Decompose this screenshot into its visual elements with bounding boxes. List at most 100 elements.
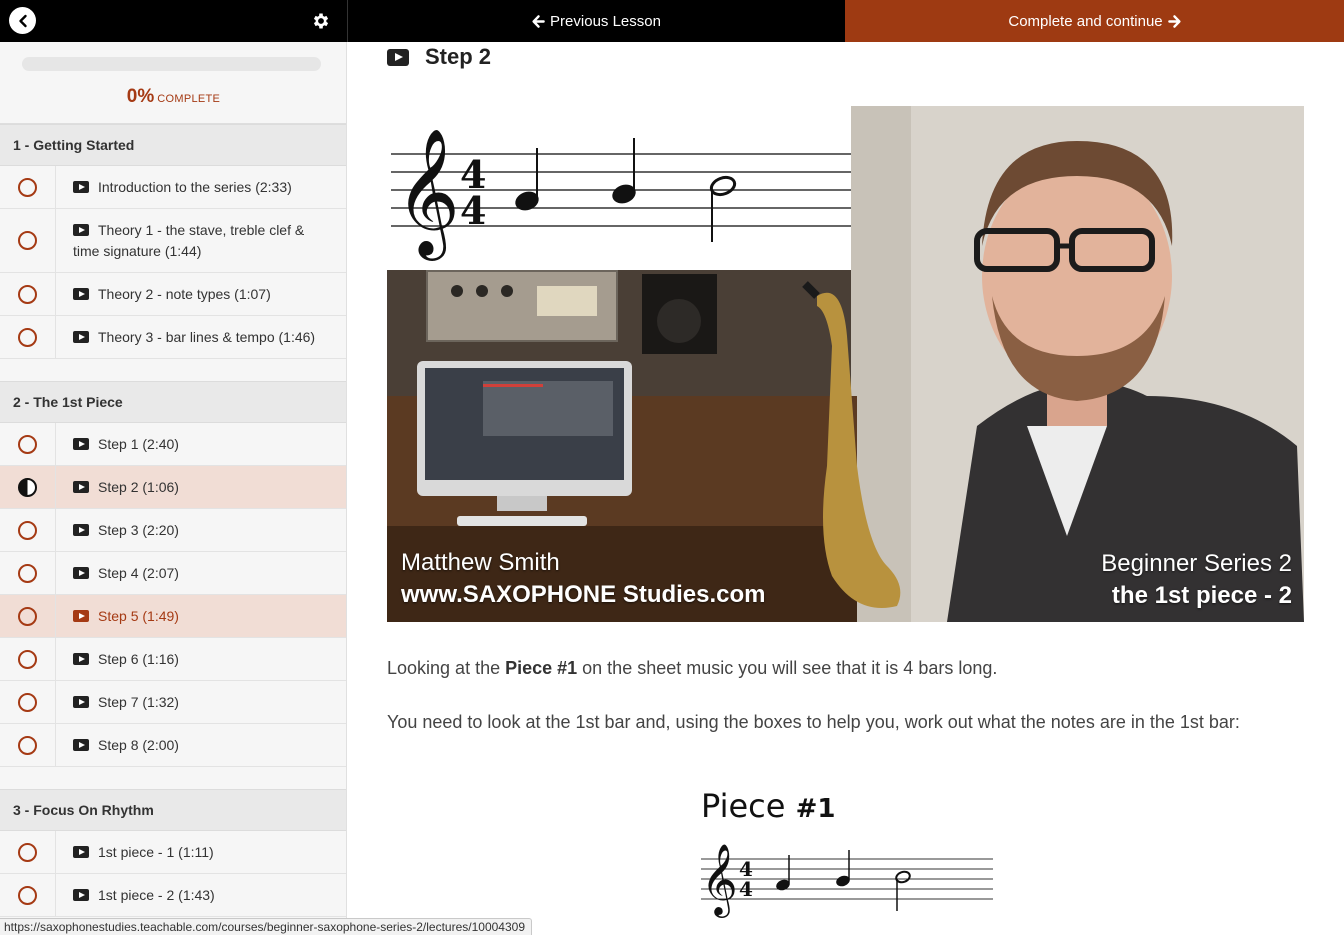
lecture-link[interactable]: Step 7 (1:32) <box>56 681 346 723</box>
video-icon <box>73 609 89 622</box>
lecture-link[interactable]: Step 5 (1:49) <box>56 595 346 637</box>
lecture-text-wrap: Step 7 (1:32) <box>73 692 179 713</box>
arrow-right-icon <box>1167 14 1181 28</box>
lecture-link[interactable]: Theory 1 - the stave, treble clef & time… <box>56 209 346 272</box>
video-icon <box>73 330 89 343</box>
gear-icon <box>313 13 329 29</box>
lecture-item[interactable]: 1st piece - 1 (1:11) <box>0 831 346 874</box>
circle-icon <box>18 434 37 454</box>
lecture-item[interactable]: Theory 2 - note types (1:07) <box>0 273 346 316</box>
sheet-music-image: 𝄞 4 4 <box>701 842 993 918</box>
lecture-text-wrap: Theory 1 - the stave, treble clef & time… <box>73 220 328 262</box>
paragraph-1-text-a: Looking at the <box>387 658 506 678</box>
svg-text:4: 4 <box>460 188 486 233</box>
lecture-item[interactable]: Step 4 (2:07) <box>0 552 346 595</box>
lecture-status <box>0 316 56 358</box>
sheet-music-title: Piece #1 <box>701 787 836 825</box>
video-player[interactable]: 𝄞 4 4 Matthew Smith www.SAXOPHONE Studie… <box>387 106 1304 622</box>
lecture-status <box>0 724 56 766</box>
lecture-status <box>0 874 56 916</box>
lecture-link[interactable]: Step 4 (2:07) <box>56 552 346 594</box>
lecture-link[interactable]: Theory 2 - note types (1:07) <box>56 273 346 315</box>
video-frame-illustration: 𝄞 4 4 <box>387 106 1304 622</box>
lecture-title: 1st piece - 1 (1:11) <box>98 843 214 860</box>
circle-icon <box>18 284 37 304</box>
lecture-link[interactable]: Step 8 (2:00) <box>56 724 346 766</box>
lecture-item[interactable]: Step 1 (2:40) <box>0 423 346 466</box>
video-caption-site: www.SAXOPHONE Studies.com <box>401 581 766 608</box>
lecture-status <box>0 166 56 208</box>
lecture-text-wrap: Introduction to the series (2:33) <box>73 177 292 198</box>
circle-icon <box>18 649 37 669</box>
lecture-title: Step 1 (2:40) <box>98 435 179 452</box>
lesson-heading: Step 2 <box>387 44 491 70</box>
lecture-title: Theory 1 - the stave, treble clef & time… <box>73 221 305 259</box>
complete-and-continue-label: Complete and continue <box>1008 12 1163 30</box>
top-bar: Previous Lesson Complete and continue <box>0 0 1344 42</box>
section-title: 3 - Focus On Rhythm <box>0 789 346 831</box>
lecture-item[interactable]: Introduction to the series (2:33) <box>0 166 346 209</box>
previous-lesson-button[interactable]: Previous Lesson <box>347 0 845 42</box>
circle-icon <box>18 563 37 583</box>
video-icon <box>73 695 89 708</box>
course-sections: 1 - Getting Started Introduction to the s… <box>0 124 346 917</box>
complete-and-continue-button[interactable]: Complete and continue <box>845 0 1344 42</box>
lecture-item[interactable]: Theory 1 - the stave, treble clef & time… <box>0 209 346 273</box>
lecture-link[interactable]: 1st piece - 1 (1:11) <box>56 831 346 873</box>
lecture-title: Theory 2 - note types (1:07) <box>98 285 271 302</box>
lecture-text-wrap: Theory 3 - bar lines & tempo (1:46) <box>73 327 315 348</box>
lecture-text-wrap: Step 3 (2:20) <box>73 520 179 541</box>
video-icon <box>73 180 89 193</box>
lecture-link[interactable]: Step 3 (2:20) <box>56 509 346 551</box>
lecture-link[interactable]: Step 1 (2:40) <box>56 423 346 465</box>
chevron-left-icon <box>18 14 27 27</box>
lesson-content: Step 2 𝄞 4 4 Matthew Smith www.SAXOPHONE… <box>347 42 1344 935</box>
lecture-text-wrap: Step 2 (1:06) <box>73 477 179 498</box>
lecture-item[interactable]: Step 7 (1:32) <box>0 681 346 724</box>
lecture-status <box>0 509 56 551</box>
lecture-item[interactable]: Step 2 (1:06) <box>0 466 346 509</box>
lecture-item[interactable]: 1st piece - 2 (1:43) <box>0 874 346 917</box>
piece-label: Piece <box>701 787 786 825</box>
lecture-link[interactable]: Step 6 (1:16) <box>56 638 346 680</box>
lecture-item[interactable]: Step 3 (2:20) <box>0 509 346 552</box>
back-button[interactable] <box>9 7 36 34</box>
video-icon <box>73 652 89 665</box>
circle-icon <box>18 692 37 712</box>
video-icon <box>73 437 89 450</box>
lesson-paragraph-2: You need to look at the 1st bar and, usi… <box>387 712 1240 732</box>
browser-status-bar: https://saxophonestudies.teachable.com/c… <box>0 918 532 935</box>
video-icon <box>73 566 89 579</box>
settings-button[interactable] <box>308 8 334 34</box>
lecture-link[interactable]: Step 2 (1:06) <box>56 466 346 508</box>
lecture-link[interactable]: Introduction to the series (2:33) <box>56 166 346 208</box>
video-icon <box>73 738 89 751</box>
lecture-title: Step 8 (2:00) <box>98 736 179 753</box>
lecture-item[interactable]: Step 8 (2:00) <box>0 724 346 767</box>
lecture-text-wrap: Step 5 (1:49) <box>73 606 179 627</box>
lecture-item[interactable]: Theory 3 - bar lines & tempo (1:46) <box>0 316 346 359</box>
lecture-title: Step 7 (1:32) <box>98 693 179 710</box>
video-icon <box>73 223 89 236</box>
lecture-status <box>0 466 56 508</box>
section-spacer <box>0 767 346 789</box>
lecture-link[interactable]: Theory 3 - bar lines & tempo (1:46) <box>56 316 346 358</box>
lecture-link[interactable]: 1st piece - 2 (1:43) <box>56 874 346 916</box>
lecture-text-wrap: Theory 2 - note types (1:07) <box>73 284 271 305</box>
progress-percent: 0% <box>126 86 155 107</box>
lecture-text-wrap: Step 8 (2:00) <box>73 735 179 756</box>
lecture-status <box>0 638 56 680</box>
lecture-item[interactable]: Step 6 (1:16) <box>0 638 346 681</box>
circle-icon <box>18 842 37 862</box>
lecture-text-wrap: Step 4 (2:07) <box>73 563 179 584</box>
lecture-text-wrap: Step 6 (1:16) <box>73 649 179 670</box>
lecture-text-wrap: Step 1 (2:40) <box>73 434 179 455</box>
circle-icon <box>18 885 37 905</box>
lecture-status <box>0 595 56 637</box>
circle-icon <box>18 231 37 250</box>
lecture-title: Step 3 (2:20) <box>98 521 179 538</box>
paragraph-1-text-b: on the sheet music you will see that it … <box>577 658 998 678</box>
course-sidebar[interactable]: 0% COMPLETE 1 - Getting Started Introducti… <box>0 42 347 935</box>
lecture-status <box>0 209 56 272</box>
lecture-item[interactable]: Step 5 (1:49) <box>0 595 346 638</box>
